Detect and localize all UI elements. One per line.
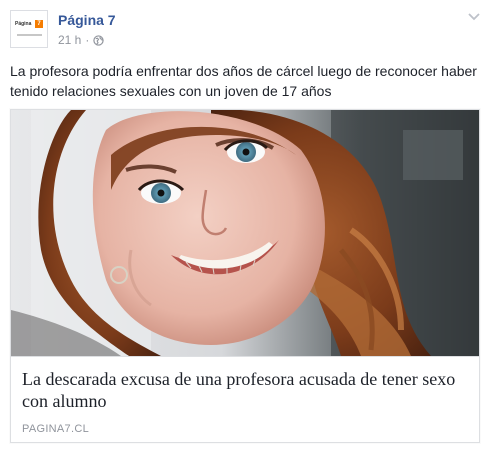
- page-avatar[interactable]: Página 7: [10, 10, 48, 48]
- link-domain: PAGINA7.CL: [22, 423, 89, 435]
- meta-separator: ·: [85, 33, 90, 47]
- logo-number: 7: [35, 20, 43, 28]
- chevron-down-icon[interactable]: [467, 12, 481, 22]
- link-preview-body[interactable]: La descarada excusa de una profesora acu…: [11, 356, 479, 442]
- link-preview-image[interactable]: [11, 110, 479, 356]
- page-logo: Página 7: [15, 20, 43, 28]
- page-name-link[interactable]: Página 7: [58, 11, 116, 29]
- post-message: La profesora podría enfrentar dos años d…: [10, 63, 477, 99]
- logo-bar: [17, 34, 42, 36]
- photo-illustration: [11, 110, 479, 356]
- globe-icon[interactable]: [93, 34, 105, 46]
- post-meta: 21 h ·: [58, 32, 105, 48]
- link-preview-card[interactable]: La descarada excusa de una profesora acu…: [10, 109, 480, 443]
- logo-word: Página: [15, 21, 32, 27]
- link-title[interactable]: La descarada excusa de una profesora acu…: [22, 368, 468, 412]
- post-timestamp[interactable]: 21 h: [58, 32, 81, 48]
- post-header: Página 7 Página 7 21 h ·: [10, 10, 481, 50]
